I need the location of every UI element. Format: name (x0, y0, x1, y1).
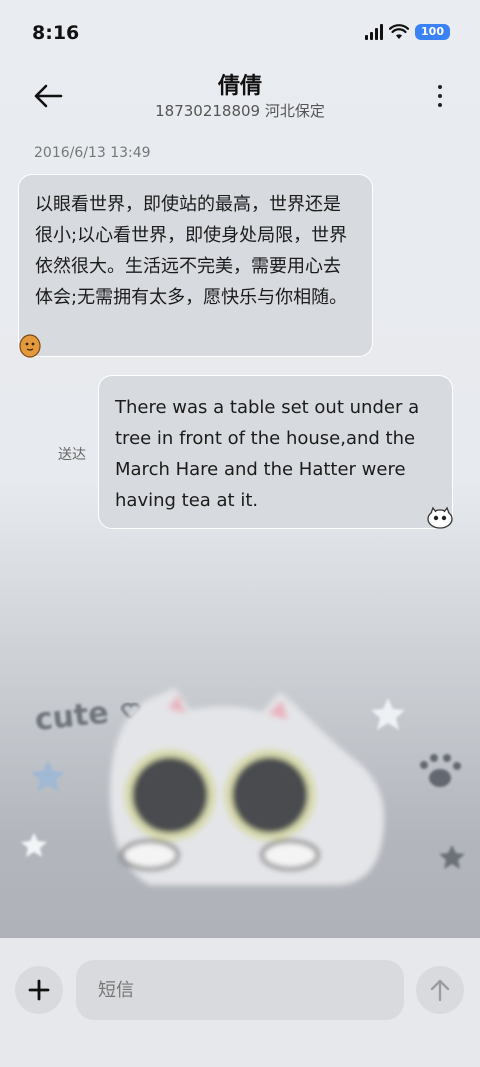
cat-sticker-icon (427, 506, 453, 529)
send-arrow-icon (430, 979, 450, 1002)
plus-icon (28, 979, 50, 1001)
message-timestamp: 2016/6/13 13:49 (34, 145, 151, 161)
battery-indicator: 100 (415, 24, 450, 40)
wallpaper-illustration: cute (21, 688, 465, 885)
incoming-message-text: 以眼看世界，即使站的最高，世界还是很小;以心看世界，即使身处局限，世界依然很大。… (35, 194, 348, 308)
outgoing-message-bubble[interactable]: There was a table set out under a tree i… (98, 375, 453, 529)
message-input[interactable] (76, 960, 404, 1020)
status-icons: 100 (365, 24, 450, 40)
status-time: 8:16 (32, 22, 80, 44)
signal-icon (365, 24, 384, 40)
outgoing-message-text: There was a table set out under a tree i… (115, 397, 420, 511)
contact-subtitle: 18730218809 河北保定 (155, 102, 325, 120)
send-button[interactable] (416, 966, 464, 1014)
incoming-message-bubble[interactable]: 以眼看世界，即使站的最高，世界还是很小;以心看世界，即使身处局限，世界依然很大。… (18, 174, 373, 357)
conversation-header: 倩倩 18730218809 河北保定 (0, 64, 480, 128)
contact-name: 倩倩 (217, 74, 262, 99)
delivery-status: 送达 (58, 447, 86, 463)
wifi-icon (389, 24, 410, 39)
cute-text: cute (33, 695, 110, 738)
bubble-sticker-icon (19, 334, 41, 358)
add-attachment-button[interactable] (15, 966, 63, 1014)
more-vertical-icon (438, 85, 442, 89)
more-options-button[interactable] (430, 78, 450, 114)
status-bar: 8:16 100 (0, 0, 480, 64)
